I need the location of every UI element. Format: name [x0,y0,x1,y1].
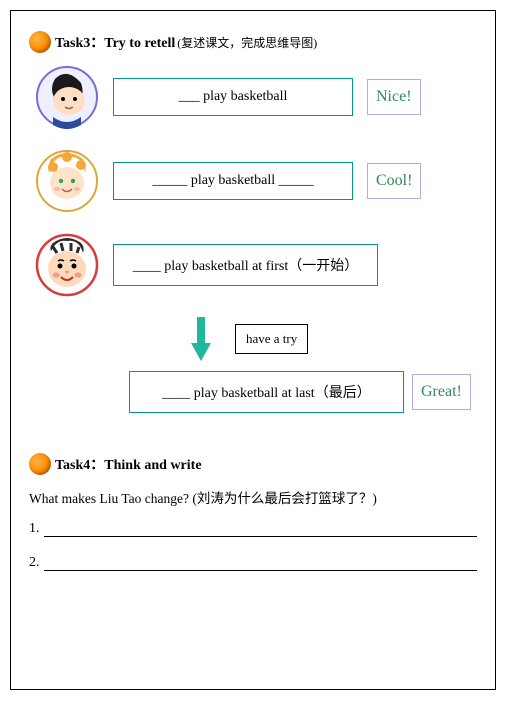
task4-header: Task4：Think and write [29,453,477,475]
worksheet-page: Task3：Try to retell (复述课文，完成思维导图) ___ pl… [10,10,496,690]
retell-textbox-3: ____ play basketball at first（一开始） [113,244,378,286]
basketball-icon [29,31,51,53]
task4-title: Task4：Think and write [55,454,202,474]
task4-question: What makes Liu Tao change? (刘涛为什么最后会打篮球了… [29,487,477,507]
retell-textbox-2: _____ play basketball _____ [113,162,353,200]
retell-row-2: _____ play basketball _____ Cool! [29,149,477,213]
retell-textbox-last: ____ play basketball at last（最后） [129,371,404,413]
avatar-boy-2 [35,149,99,213]
answer-blank-2[interactable] [44,556,478,571]
task3-title: Task3：Try to retell [55,32,175,52]
task3-header: Task3：Try to retell (复述课文，完成思维导图) [29,31,477,53]
task4-block: Task4：Think and write What makes Liu Tao… [29,453,477,571]
arrow-down-icon [189,317,213,361]
answer-number-1: 1. [29,521,40,537]
retell-row-3: ____ play basketball at first（一开始） [29,233,477,297]
answer-line-1[interactable]: 1. [29,521,477,537]
answer-blank-1[interactable] [44,522,478,537]
retell-row-1: ___ play basketball Nice! [29,65,477,129]
have-a-try-box: have a try [235,324,308,354]
retell-last-row: ____ play basketball at last（最后） Great! [129,371,477,413]
answer-number-2: 2. [29,555,40,571]
retell-textbox-1: ___ play basketball [113,78,353,116]
arrow-row: have a try [189,317,477,361]
avatar-boy-3 [35,233,99,297]
badge-nice: Nice! [367,79,421,115]
basketball-icon [29,453,51,475]
badge-great: Great! [412,374,471,410]
badge-cool: Cool! [367,163,421,199]
avatar-boy-1 [35,65,99,129]
task3-subtitle: (复述课文，完成思维导图) [177,34,317,51]
answer-line-2[interactable]: 2. [29,555,477,571]
